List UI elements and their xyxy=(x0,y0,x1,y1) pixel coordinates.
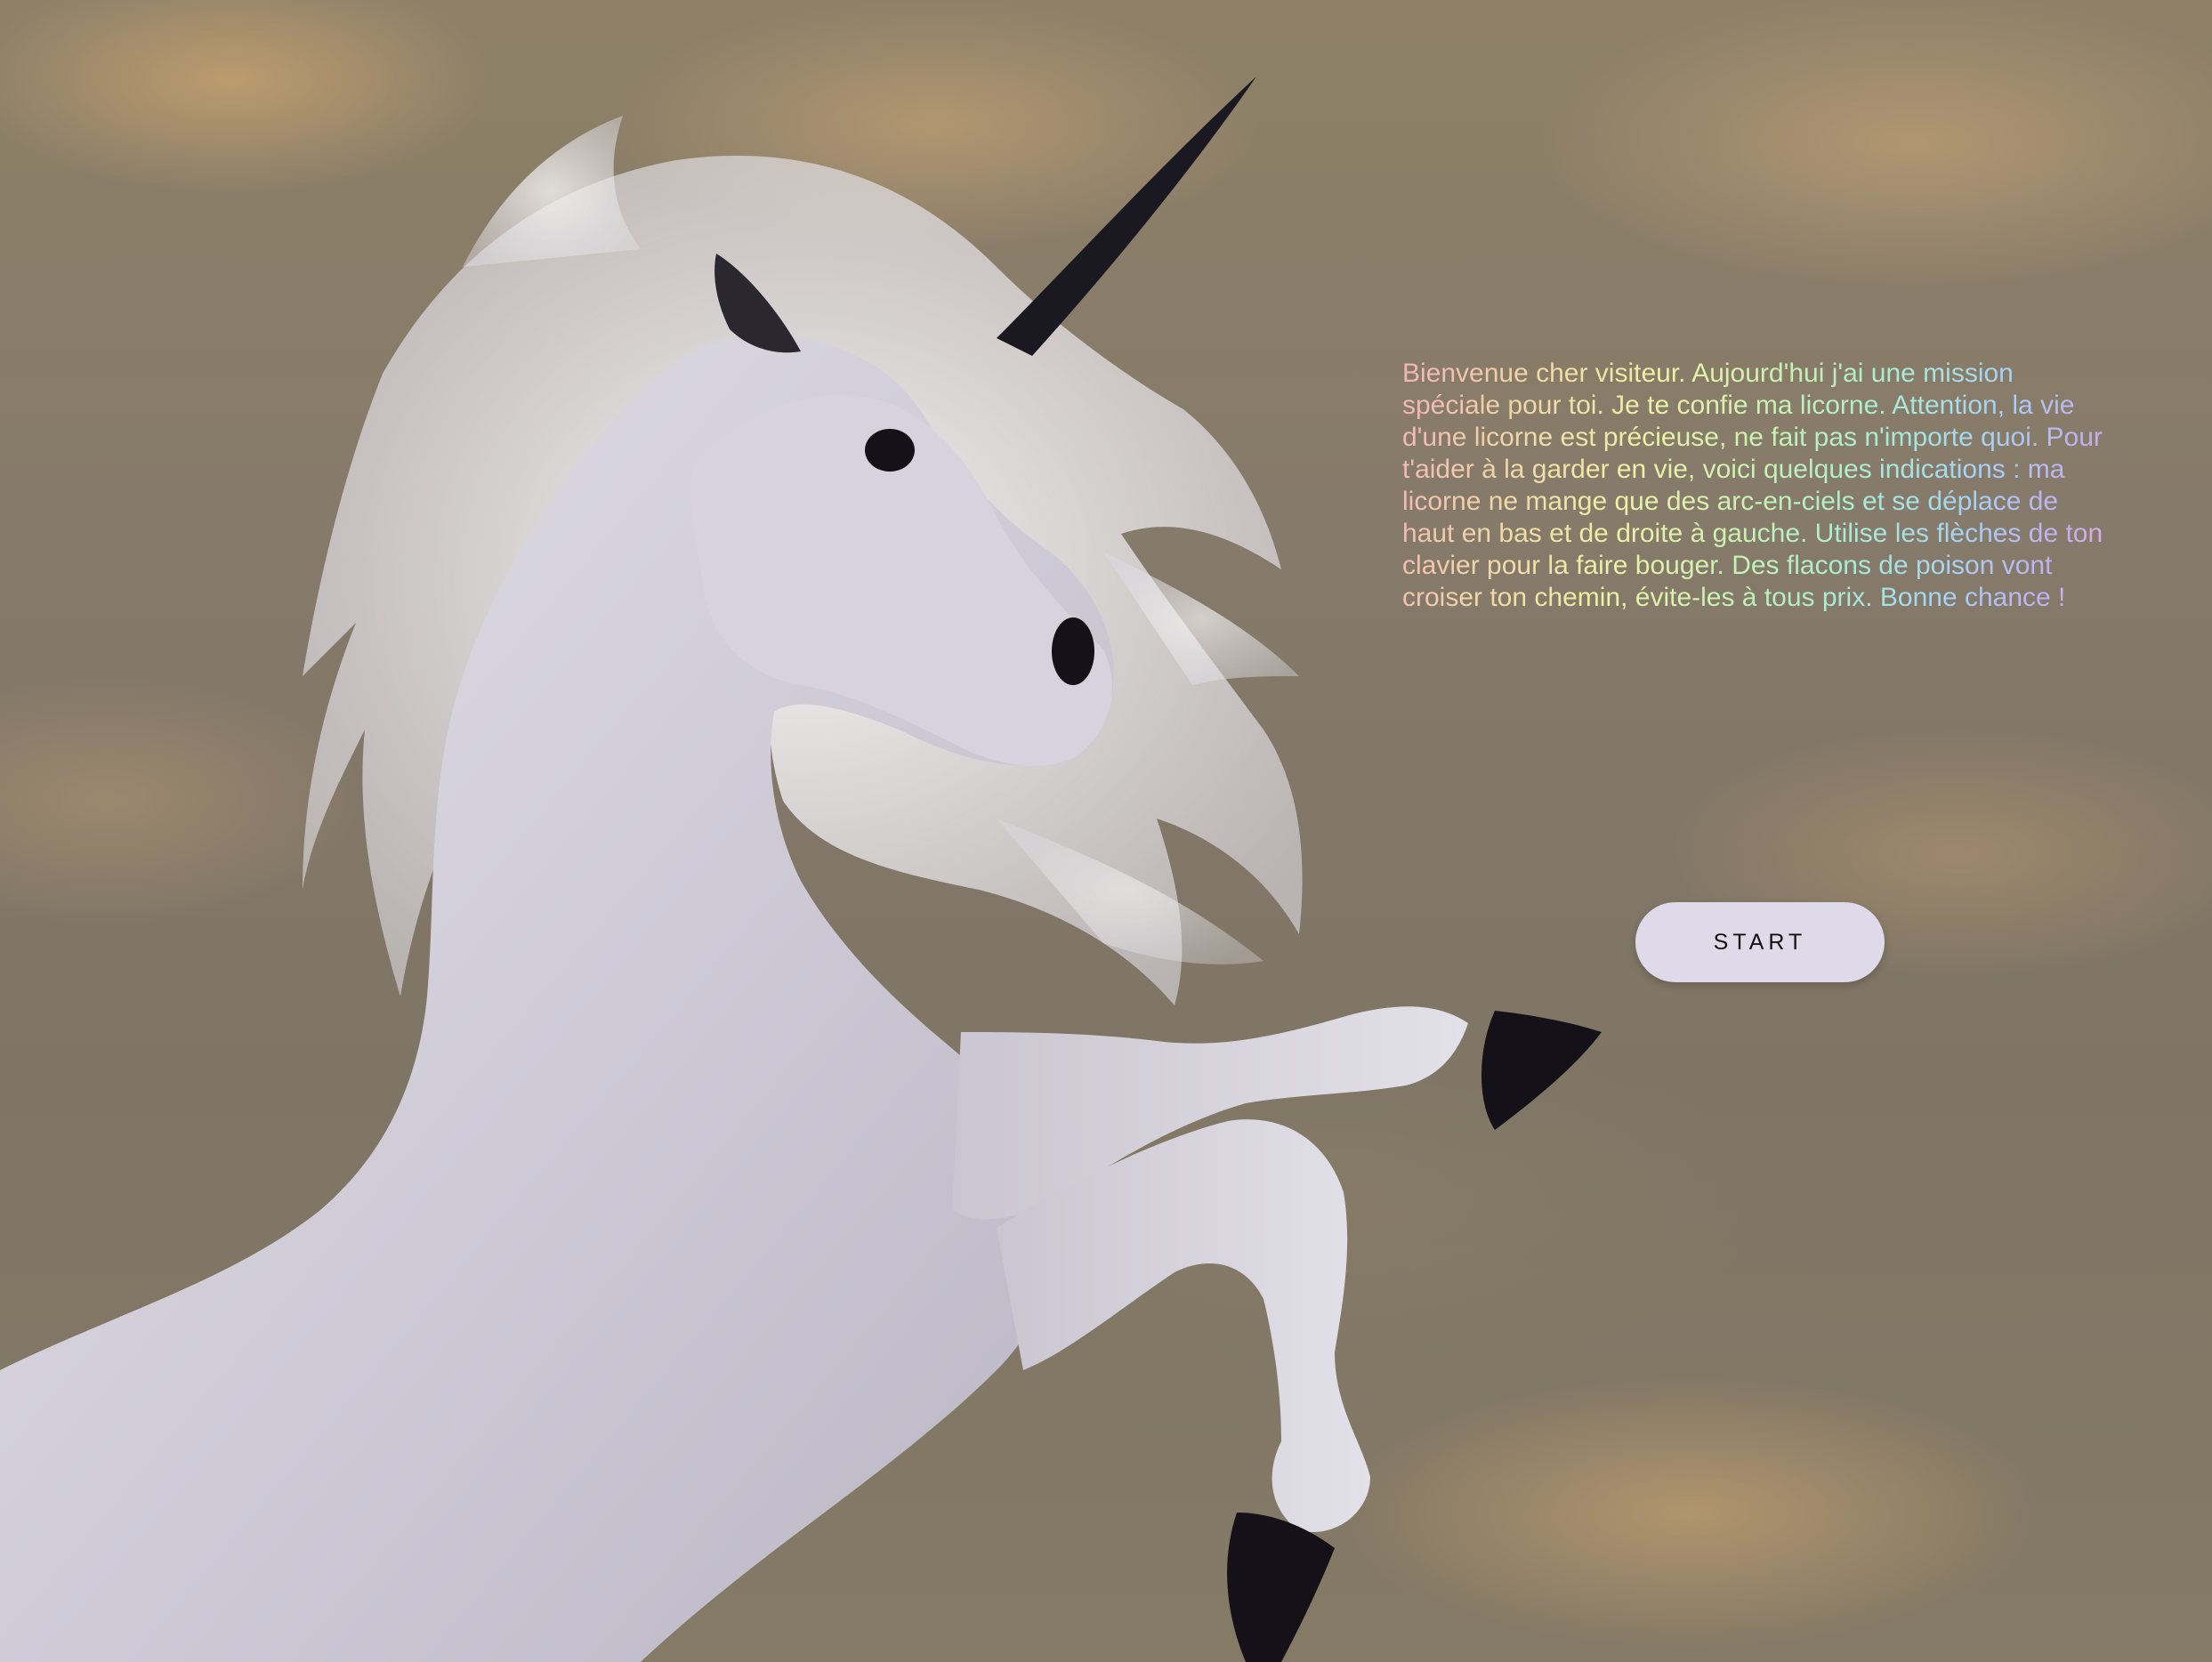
game-background: Bienvenue cher visiteur. Aujourd'hui j'a… xyxy=(0,0,2212,1662)
unicorn-nostril xyxy=(1052,617,1094,685)
front-hoof-lower xyxy=(1227,1513,1335,1662)
unicorn-illustration xyxy=(0,77,1602,1662)
unicorn-eye xyxy=(865,429,915,472)
intro-text: Bienvenue cher visiteur. Aujourd'hui j'a… xyxy=(1402,358,2114,614)
unicorn-horn xyxy=(997,77,1256,356)
start-button[interactable]: START xyxy=(1635,902,1885,982)
front-hoof-raised xyxy=(1481,1011,1602,1130)
